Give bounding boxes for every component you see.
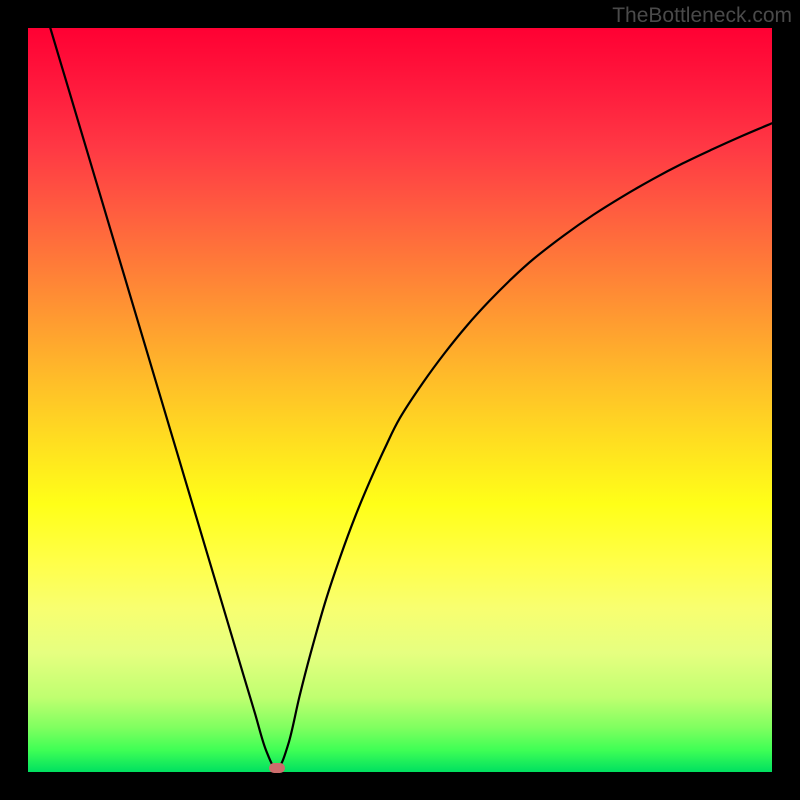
chart-curve-svg <box>28 28 772 772</box>
watermark-text: TheBottleneck.com <box>612 4 792 28</box>
bottleneck-curve-line <box>50 28 772 768</box>
chart-plot-area <box>28 28 772 772</box>
optimal-point-marker <box>269 763 285 773</box>
